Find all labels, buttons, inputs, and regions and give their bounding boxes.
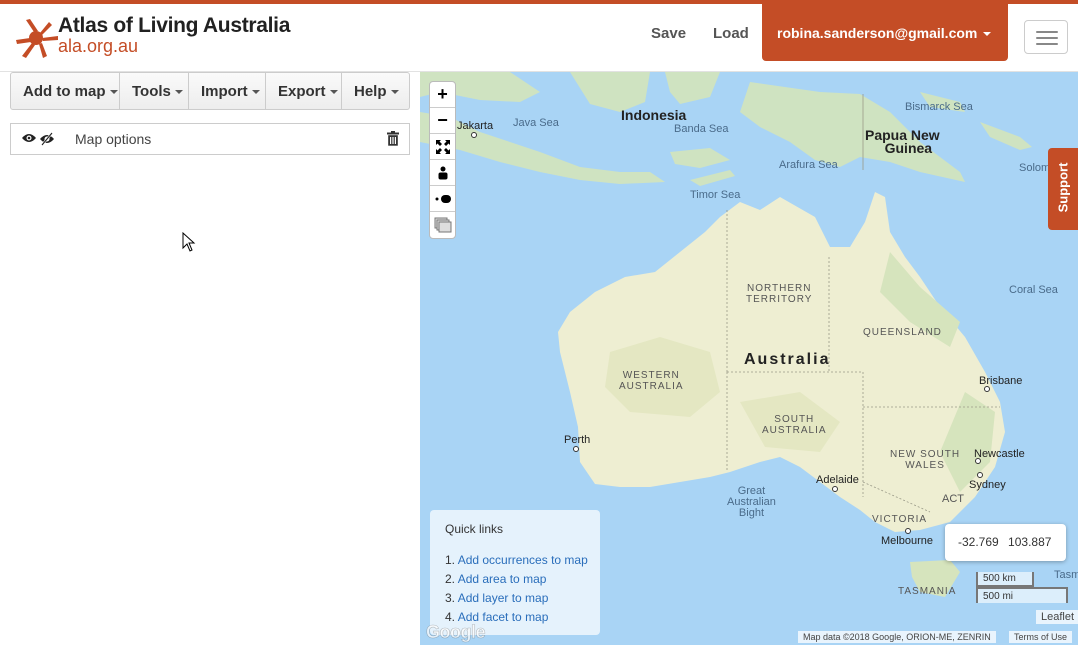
load-button[interactable]: Load (713, 25, 749, 42)
site-header: Atlas of Living Australia ala.org.au Sav… (0, 4, 1078, 72)
map-data-attribution: Map data ©2018 Google, ORION-ME, ZENRIN (798, 631, 996, 643)
label-northern-territory: NORTHERN TERRITORY (746, 283, 813, 305)
support-tab-button[interactable]: Support (1048, 148, 1078, 230)
map-view[interactable]: + − Indonesia Papua New Guinea Australia … (420, 72, 1078, 645)
quick-link-item: 3. Add layer to map (445, 591, 549, 605)
label-australia: Australia (744, 351, 831, 368)
zoom-out-button[interactable]: − (430, 108, 455, 134)
user-menu-dropdown[interactable]: robina.sanderson@gmail.com (762, 4, 1008, 61)
help-dropdown[interactable]: Help (342, 73, 409, 109)
quick-link-item: 1. Add occurrences to map (445, 553, 588, 567)
city-label-newcastle: Newcastle (974, 448, 1025, 460)
add-area-link[interactable]: Add area to map (458, 572, 547, 586)
label-queensland: QUEENSLAND (863, 327, 942, 338)
city-dot-melbourne (905, 528, 911, 534)
eye-slash-icon[interactable] (39, 132, 55, 146)
quick-link-item: 2. Add area to map (445, 572, 547, 586)
quick-links-title: Quick links (445, 522, 504, 536)
main-toolbar: Add to map Tools Import Export Help (10, 72, 410, 110)
label-java-sea: Java Sea (513, 117, 559, 129)
city-dot-perth (573, 446, 579, 452)
quick-links-panel: Quick links 1. Add occurrences to map 2.… (430, 510, 600, 635)
terms-of-use-link[interactable]: Terms of Use (1009, 631, 1073, 643)
caret-down-icon (329, 90, 338, 95)
caret-down-icon (109, 90, 118, 95)
google-logo[interactable]: Google (426, 622, 486, 643)
trash-icon[interactable] (387, 131, 399, 146)
city-label-melbourne: Melbourne (881, 535, 933, 547)
scale-bar-mi: 500 mi (976, 587, 1068, 603)
label-act: ACT (942, 493, 964, 505)
hamburger-menu-button[interactable] (1024, 20, 1068, 54)
city-dot-jakarta (471, 132, 477, 138)
person-pin-button[interactable] (430, 160, 455, 186)
left-panel: Add to map Tools Import Export Help Map … (0, 72, 420, 645)
city-dot-adelaide (832, 486, 838, 492)
caret-down-icon (390, 90, 399, 95)
import-dropdown[interactable]: Import (189, 73, 266, 109)
brand-subtitle[interactable]: ala.org.au (58, 36, 138, 57)
city-label-adelaide: Adelaide (816, 474, 859, 486)
fullscreen-icon (435, 140, 450, 155)
label-tasmania: TASMANIA (898, 586, 957, 597)
export-dropdown[interactable]: Export (266, 73, 342, 109)
city-label-jakarta: Jakarta (457, 120, 494, 132)
tools-dropdown[interactable]: Tools (120, 73, 189, 109)
brand-title[interactable]: Atlas of Living Australia (58, 14, 290, 38)
coordinates-readout: -32.769 103.887 (945, 524, 1066, 561)
label-great-australian-bight: Great Australian Bight (727, 485, 776, 519)
label-indonesia: Indonesia (621, 107, 687, 123)
label-tasman: Tasm (1054, 569, 1078, 581)
city-label-brisbane: Brisbane (979, 375, 1023, 387)
caret-down-icon (251, 90, 260, 95)
label-arafura-sea: Arafura Sea (779, 159, 838, 171)
add-layer-link[interactable]: Add layer to map (458, 591, 549, 605)
user-email: robina.sanderson@gmail.com (777, 25, 978, 41)
layers-button[interactable] (430, 212, 455, 238)
layer-row-map-options[interactable]: Map options (10, 123, 410, 155)
caret-down-icon (174, 90, 183, 95)
label-banda-sea: Banda Sea (674, 123, 729, 135)
layers-icon (434, 217, 451, 233)
label-new-south-wales: NEW SOUTH WALES (890, 449, 961, 471)
label-timor-sea: Timor Sea (690, 189, 741, 201)
draw-marker-icon (435, 195, 451, 204)
save-button[interactable]: Save (651, 25, 686, 42)
add-occurrences-link[interactable]: Add occurrences to map (458, 553, 588, 567)
ala-logo-icon[interactable] (16, 16, 60, 60)
layer-label: Map options (75, 131, 152, 147)
mouse-cursor-icon (182, 232, 196, 252)
caret-down-icon (983, 32, 992, 37)
eye-icon[interactable] (21, 132, 37, 144)
label-victoria: VICTORIA (872, 514, 928, 525)
scale-bar-km: 500 km (976, 572, 1034, 587)
city-dot-sydney (977, 472, 983, 478)
label-western-australia: WESTERN AUSTRALIA (619, 370, 684, 392)
zoom-in-button[interactable]: + (430, 82, 455, 108)
add-to-map-dropdown[interactable]: Add to map (11, 73, 120, 109)
label-bismarck-sea: Bismarck Sea (905, 101, 973, 113)
city-label-perth: Perth (564, 434, 591, 446)
city-label-sydney: Sydney (969, 479, 1006, 491)
leaflet-attribution-link[interactable]: Leaflet (1036, 610, 1078, 624)
map-controls: + − (429, 81, 456, 239)
label-coral-sea: Coral Sea (1009, 284, 1058, 296)
label-south-australia: SOUTH AUSTRALIA (762, 414, 827, 436)
label-png: Papua New Guinea (865, 127, 940, 156)
draw-marker-button[interactable] (430, 186, 455, 212)
person-pin-icon (438, 166, 447, 180)
fullscreen-button[interactable] (430, 134, 455, 160)
